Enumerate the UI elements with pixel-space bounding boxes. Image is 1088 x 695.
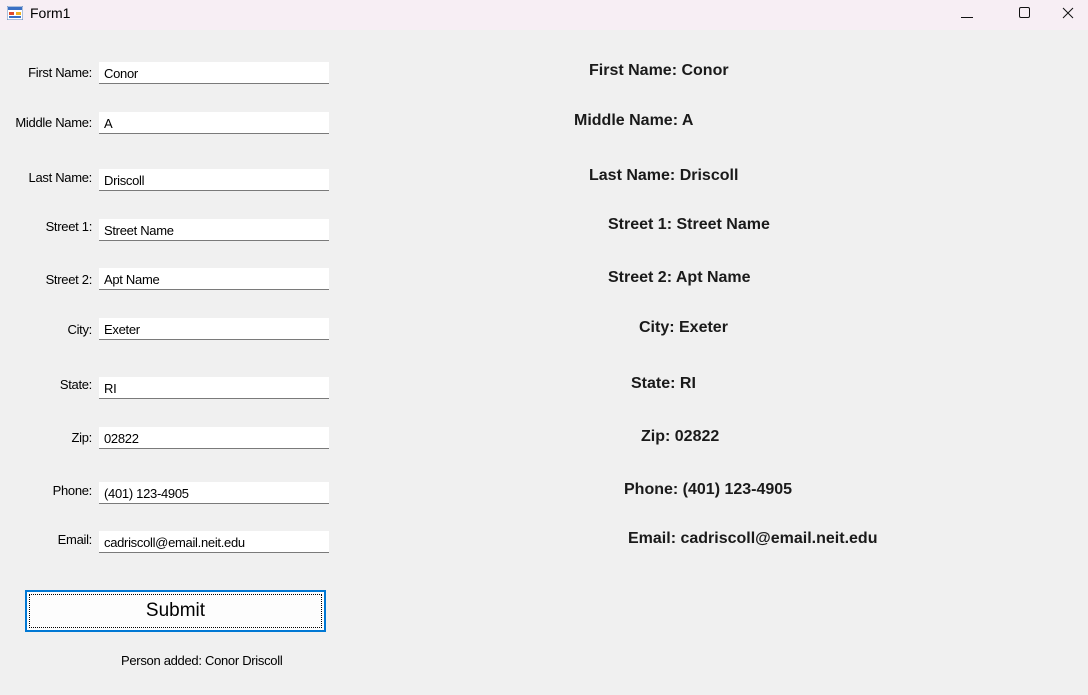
output-city: City: Exeter bbox=[639, 319, 728, 336]
output-street1: Street 1: Street Name bbox=[608, 216, 770, 233]
submit-button[interactable]: Submit bbox=[25, 590, 326, 632]
middle-name-field[interactable] bbox=[99, 112, 329, 134]
minimize-icon bbox=[961, 6, 973, 22]
email-label: Email: bbox=[57, 532, 93, 547]
close-button[interactable] bbox=[1062, 0, 1088, 28]
city-label: City: bbox=[67, 322, 92, 337]
first-name-field[interactable] bbox=[99, 62, 329, 84]
close-icon bbox=[1062, 6, 1074, 22]
window-title: Form1 bbox=[30, 5, 71, 21]
state-label: State: bbox=[59, 377, 92, 392]
middle-name-label: Middle Name: bbox=[15, 115, 92, 130]
last-name-label: Last Name: bbox=[28, 170, 93, 185]
output-street2: Street 2: Apt Name bbox=[608, 269, 751, 286]
minimize-button[interactable] bbox=[947, 0, 987, 28]
street2-label: Street 2: bbox=[45, 272, 93, 287]
output-middle-name: Middle Name: A bbox=[574, 112, 694, 129]
street1-label: Street 1: bbox=[45, 219, 93, 234]
email-field[interactable] bbox=[99, 531, 329, 553]
zip-field[interactable] bbox=[99, 427, 329, 449]
status-message: Person added: Conor Driscoll bbox=[121, 653, 283, 668]
output-first-name: First Name: Conor bbox=[589, 62, 729, 79]
form-app-icon bbox=[6, 5, 24, 21]
phone-label: Phone: bbox=[52, 483, 93, 498]
output-phone: Phone: (401) 123-4905 bbox=[624, 481, 793, 498]
street2-field[interactable] bbox=[99, 268, 329, 290]
output-state: State: RI bbox=[631, 375, 696, 392]
phone-field[interactable] bbox=[99, 482, 329, 504]
last-name-field[interactable] bbox=[99, 169, 329, 191]
zip-label: Zip: bbox=[71, 430, 93, 445]
street1-field[interactable] bbox=[99, 219, 329, 241]
title-bar: Form1 bbox=[0, 0, 1088, 30]
output-zip: Zip: 02822 bbox=[641, 428, 720, 445]
maximize-button[interactable] bbox=[1005, 0, 1045, 28]
state-field[interactable] bbox=[99, 377, 329, 399]
maximize-icon bbox=[1019, 6, 1031, 22]
output-last-name: Last Name: Driscoll bbox=[589, 167, 739, 184]
output-email: Email: cadriscoll@email.neit.edu bbox=[628, 530, 878, 547]
city-field[interactable] bbox=[99, 318, 329, 340]
first-name-label: First Name: bbox=[28, 65, 92, 80]
